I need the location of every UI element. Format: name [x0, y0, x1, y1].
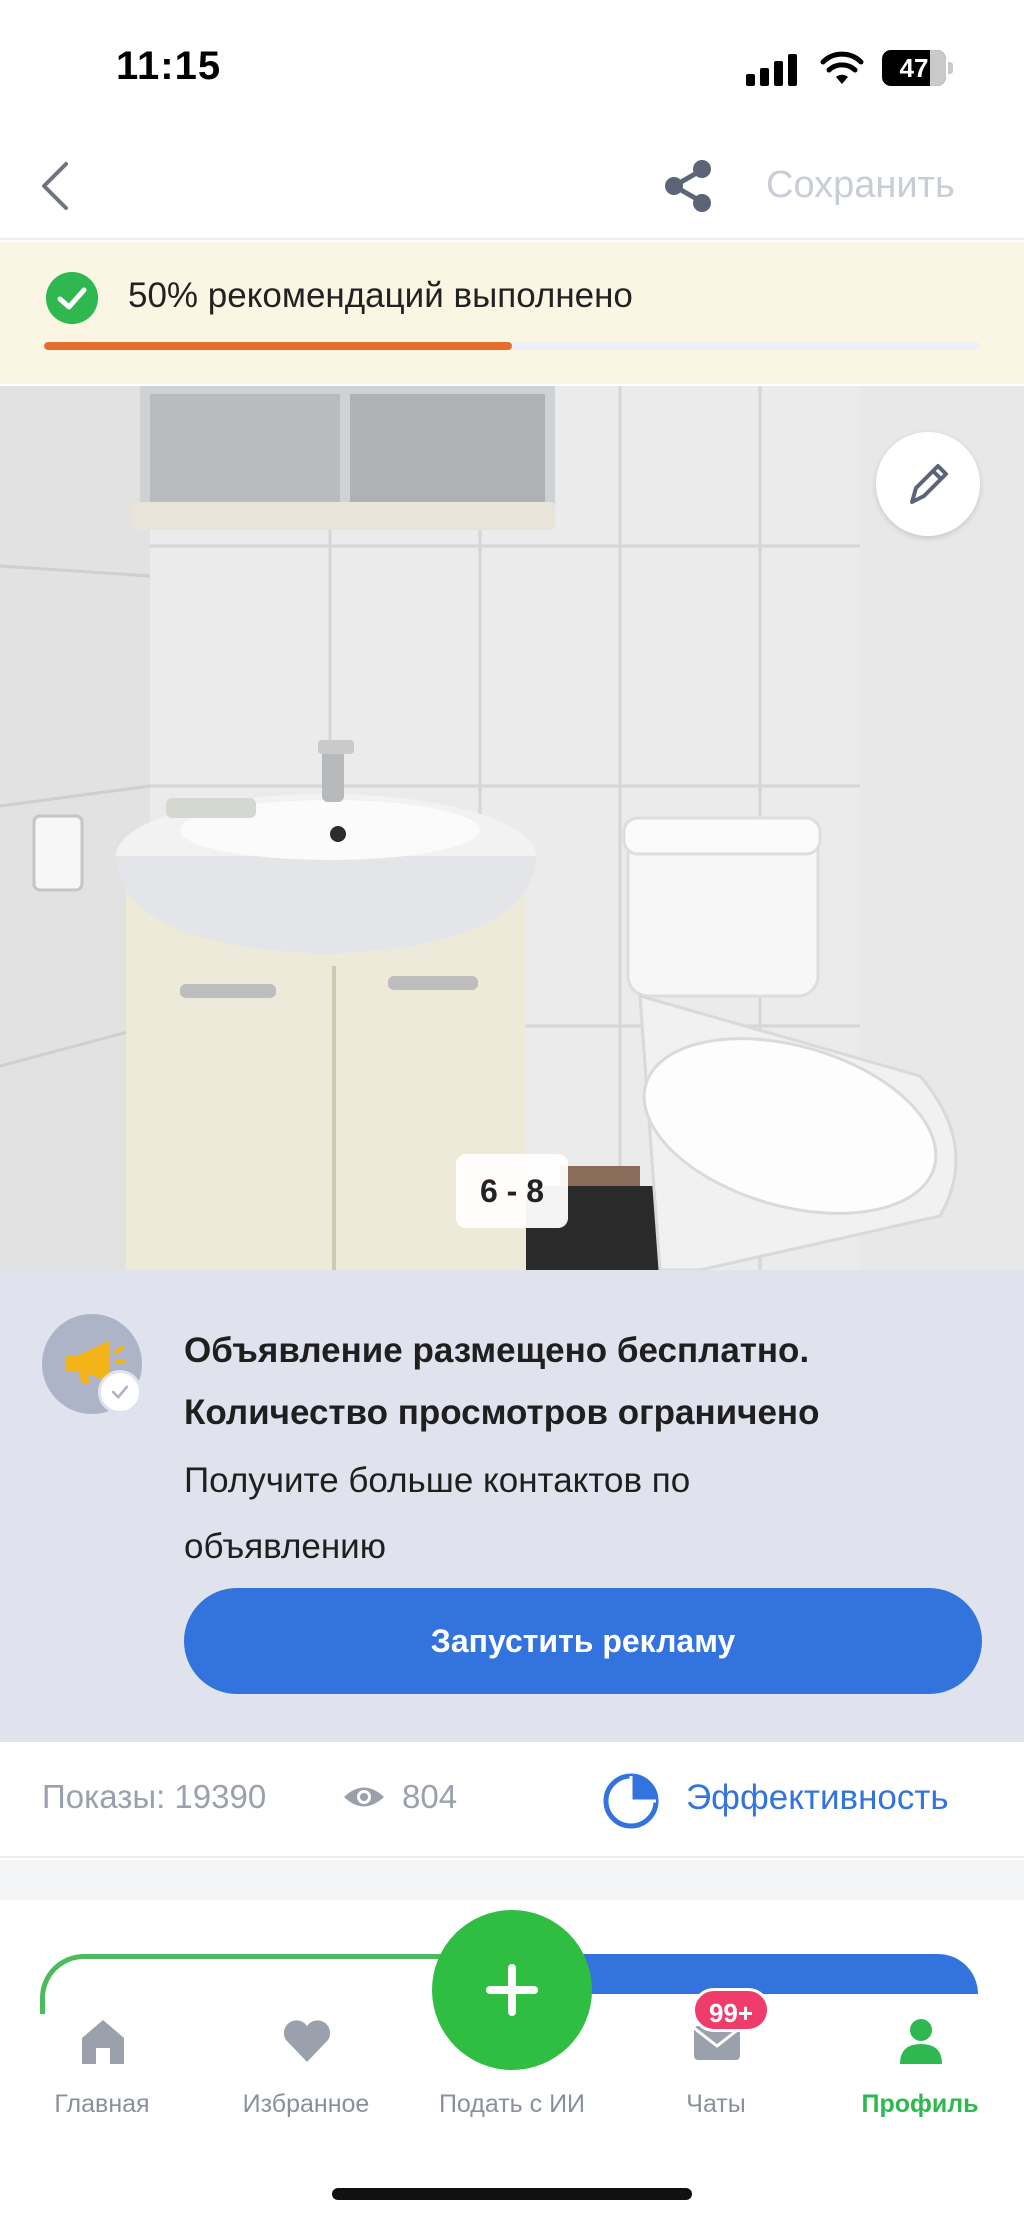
tab-profile-label: Профиль [861, 2090, 979, 2118]
battery-level: 47 [899, 53, 929, 83]
recommendations-banner[interactable]: 50% рекомендаций выполнено [0, 242, 1024, 384]
tab-favorites-label: Избранное [242, 2090, 370, 2118]
cellular-signal-icon [746, 52, 802, 86]
performance-link[interactable]: Эффективность [686, 1778, 949, 1818]
tab-profile[interactable]: Профиль [830, 2010, 1010, 2130]
recommendations-progress-bar [44, 342, 980, 350]
bottom-tab-bar: Главная Избранное Подать с ИИ Чаты 99+ П… [0, 1900, 1024, 2214]
recommendations-progress-fill [44, 342, 512, 350]
photo-counter: 6 - 8 [456, 1154, 568, 1228]
chats-unread-badge: 99+ [692, 1988, 770, 2032]
home-icon [82, 2020, 124, 2064]
home-indicator [332, 2188, 692, 2200]
post-with-ai-label: Подать с ИИ [438, 2090, 586, 2118]
tab-favorites[interactable]: Избранное [216, 2010, 396, 2130]
save-button[interactable]: Сохранить [766, 164, 955, 207]
impressions-count: Показы: 19390 [42, 1778, 267, 1815]
status-bar: 11:15 47 [0, 0, 1024, 130]
share-icon[interactable] [660, 156, 716, 216]
listing-stats: Показы: 19390 804 Эффективность [0, 1742, 1024, 1858]
launch-ads-button[interactable]: Запустить рекламу [184, 1588, 982, 1694]
megaphone-avatar [42, 1314, 142, 1414]
promo-subtitle-line2: объявлению [184, 1527, 386, 1566]
heart-icon [283, 2020, 331, 2062]
nav-header: Сохранить [0, 130, 1024, 240]
listing-photo[interactable]: 6 - 8 [0, 386, 1024, 1270]
wifi-icon [820, 51, 864, 84]
recommendations-text: 50% рекомендаций выполнено [128, 276, 633, 315]
check-badge-icon [98, 1370, 142, 1414]
promo-title-line1: Объявление размещено бесплатно. [184, 1331, 810, 1370]
section-divider [0, 1860, 1024, 1900]
profile-icon [900, 2019, 942, 2064]
free-listing-promo: Объявление размещено бесплатно. Количест… [0, 1270, 1024, 1742]
status-time: 11:15 [116, 44, 222, 88]
bathroom-photo-image [0, 386, 1024, 1270]
post-with-ai-button[interactable] [432, 1910, 592, 2070]
tabbar-arc-blue [560, 1954, 978, 1994]
battery-icon: 47 [882, 50, 954, 86]
pie-chart-icon[interactable] [602, 1772, 660, 1830]
promo-subtitle-line1: Получите больше контактов по [184, 1461, 691, 1500]
promo-subtitle: Получите больше контактов по объявлению [184, 1448, 984, 1580]
promo-title-line2: Количество просмотров ограничено [184, 1393, 820, 1432]
promo-title: Объявление размещено бесплатно. Количест… [184, 1320, 984, 1444]
back-chevron-icon[interactable] [36, 156, 76, 216]
check-circle-icon [46, 272, 98, 324]
eye-icon [344, 1787, 384, 1807]
tab-home-label: Главная [54, 2090, 150, 2118]
edit-pencil-icon[interactable] [876, 432, 980, 536]
views-count: 804 [402, 1778, 458, 1815]
tab-chats-label: Чаты [686, 2090, 746, 2118]
tab-home[interactable]: Главная [12, 2010, 192, 2130]
